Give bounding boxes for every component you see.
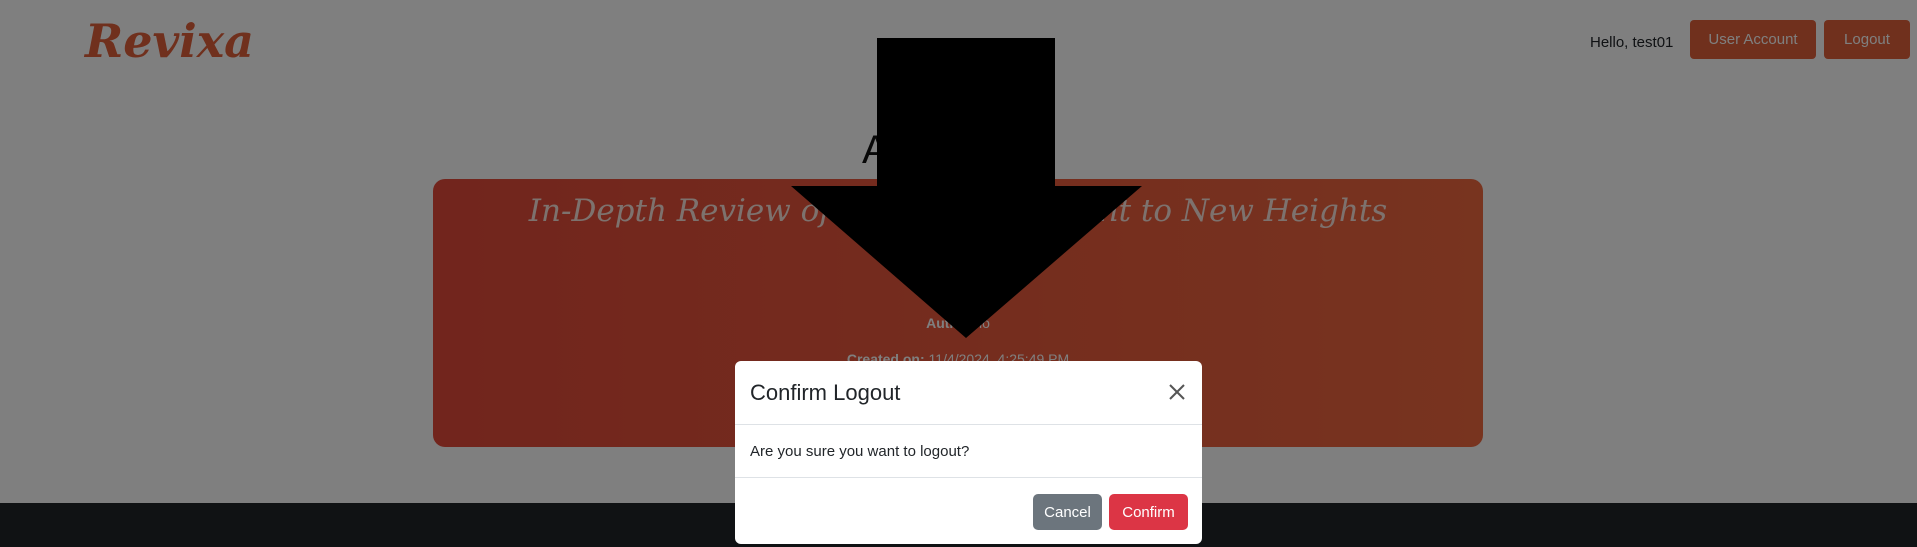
confirm-button[interactable]: Confirm [1109, 494, 1188, 530]
modal-footer: Cancel Confirm [735, 478, 1202, 544]
modal-message: Are you sure you want to logout? [750, 443, 970, 460]
modal-title: Confirm Logout [750, 380, 901, 405]
confirm-logout-dialog: Confirm Logout Are you sure you want to … [735, 361, 1202, 544]
close-button[interactable] [1164, 379, 1190, 405]
cancel-button[interactable]: Cancel [1033, 494, 1102, 530]
modal-body: Are you sure you want to logout? [735, 425, 1202, 478]
modal-header: Confirm Logout [735, 361, 1202, 425]
close-icon [1169, 384, 1185, 400]
